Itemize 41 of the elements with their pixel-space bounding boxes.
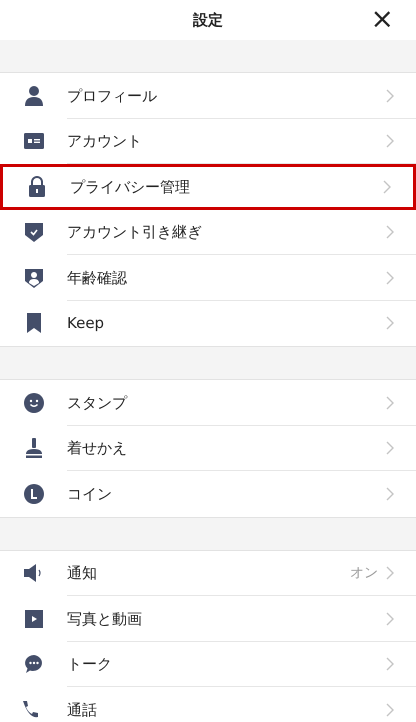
chevron-right-icon: [383, 180, 391, 194]
row-label: 写真と動画: [67, 608, 143, 630]
row-value: オン: [350, 564, 378, 583]
chat-bubble-icon: [23, 653, 45, 676]
smiley-icon: [23, 392, 45, 414]
row-label: スタンプ: [67, 392, 128, 414]
chevron-right-icon: [386, 612, 394, 626]
play-icon: [23, 608, 45, 630]
row-label: 年齢確認: [67, 268, 128, 288]
shield-check-icon: [23, 221, 45, 244]
lock-icon: [26, 176, 48, 198]
chevron-right-icon: [386, 396, 394, 410]
row-label: Keep: [67, 313, 106, 334]
chevron-right-icon: [386, 657, 394, 672]
person-icon: [23, 84, 45, 107]
shield-person-icon: [23, 266, 45, 289]
chevron-right-icon: [386, 88, 394, 103]
page-title: 設定: [193, 10, 223, 31]
chevron-right-icon: [386, 270, 394, 285]
chevron-right-icon: [386, 486, 394, 501]
row-label: 通話: [67, 700, 98, 720]
row-label: トーク: [67, 654, 113, 675]
chevron-right-icon: [386, 134, 394, 148]
settings-row[interactable]: アカウント引き継ぎ: [0, 210, 416, 255]
coin-icon: [23, 482, 45, 505]
row-label: プライバシー管理: [70, 176, 191, 198]
chevron-right-icon: [386, 566, 394, 580]
row-label: アカウント引き継ぎ: [67, 222, 203, 243]
settings-row[interactable]: プライバシー管理: [0, 164, 416, 210]
row-label: 着せかえ: [67, 438, 128, 459]
row-label: コイン: [67, 484, 113, 504]
chevron-right-icon: [386, 225, 394, 240]
row-label: プロフィール: [67, 86, 158, 106]
close-button[interactable]: ×: [370, 5, 394, 33]
chevron-right-icon: [386, 316, 394, 330]
row-label: 通知: [67, 563, 98, 584]
phone-icon: [23, 701, 39, 718]
chevron-right-icon: [386, 702, 394, 717]
chevron-right-icon: [386, 441, 394, 456]
brush-icon: [23, 437, 45, 460]
row-label: アカウント: [67, 131, 143, 152]
